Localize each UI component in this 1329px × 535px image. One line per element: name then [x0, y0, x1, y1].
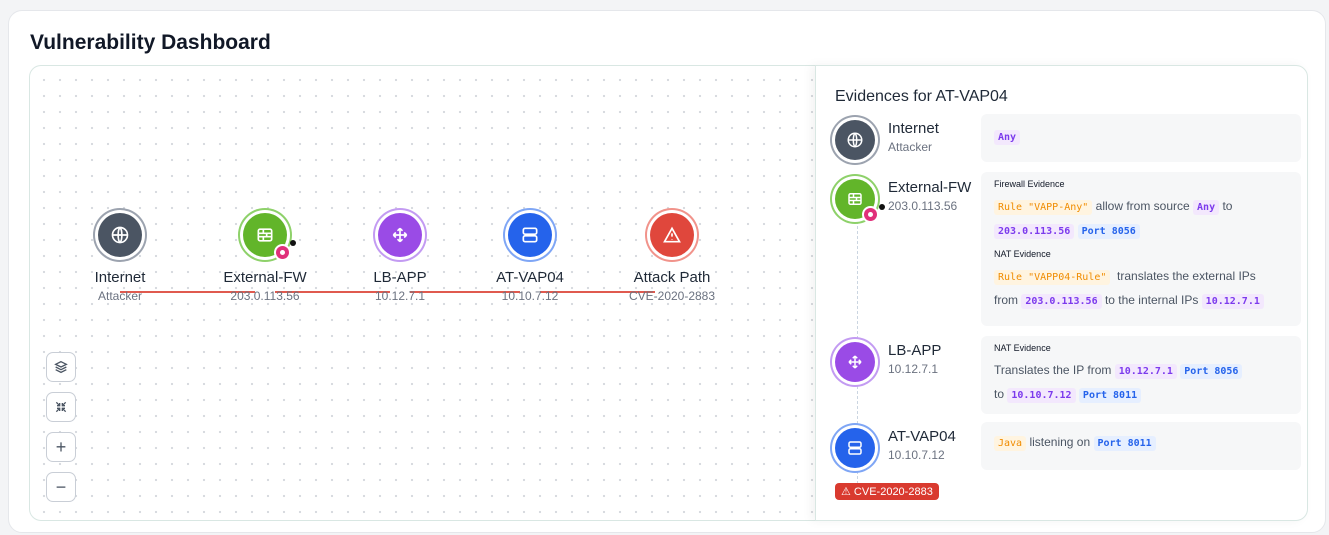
evidence-text: translates the external IPs — [1117, 269, 1256, 283]
panel-node-lb-app[interactable]: LB-APP 10.12.7.1 — [835, 342, 985, 382]
evidence-panel: Evidences for AT-VAP04 Internet Attacker… — [815, 65, 1308, 521]
node-sub: 10.12.7.1 — [888, 362, 939, 376]
globe-icon — [98, 213, 142, 257]
evidence-card-lb-app: NAT Evidence Translates the IP from 10.1… — [981, 336, 1301, 414]
cve-badge[interactable]: ⚠ CVE-2020-2883 — [835, 483, 939, 500]
warning-icon — [650, 213, 694, 257]
evidence-card-external-fw: Firewall Evidence Rule "VAPP-Any" allow … — [981, 172, 1301, 326]
node-sub: 10.12.7.1 — [374, 289, 426, 303]
code-tag: Rule "VAPP04-Rule" — [994, 270, 1111, 285]
collapse-button[interactable] — [46, 392, 76, 422]
node-name: Attack Path — [633, 269, 711, 286]
panel-node-at-vap04[interactable]: AT-VAP04 10.10.7.12 — [835, 428, 985, 468]
evidence-heading: Firewall Evidence — [994, 179, 1065, 189]
node-sub: 203.0.113.56 — [888, 199, 958, 213]
zoom-out-button[interactable]: − — [46, 472, 76, 502]
vulnerability-badge-icon — [274, 244, 291, 261]
page-title: Vulnerability Dashboard — [30, 31, 271, 54]
evidence-card-internet: Any — [981, 114, 1301, 162]
server-icon — [835, 428, 875, 468]
evidence-heading: NAT Evidence — [994, 343, 1051, 353]
code-tag: 10.12.7.1 — [1114, 364, 1177, 379]
dashboard-card: Vulnerability Dashboard Internet Attacke… — [8, 10, 1326, 533]
code-tag: Port 8011 — [1078, 388, 1142, 403]
collapse-icon — [55, 401, 67, 413]
vulnerability-badge-icon — [862, 206, 879, 223]
graph-node-at-vap04[interactable]: AT-VAP04 10.10.7.12 — [455, 213, 605, 303]
graph-node-attack-path[interactable]: Attack Path CVE-2020-2883 — [597, 213, 747, 303]
evidence-heading: NAT Evidence — [994, 249, 1051, 259]
evidence-text: to — [1222, 199, 1233, 213]
panel-title: Evidences for AT-VAP04 — [835, 88, 1008, 105]
node-name: LB-APP — [373, 269, 427, 286]
evidence-text: to — [994, 387, 1005, 401]
code-tag: Port 8056 — [1180, 364, 1243, 379]
node-name: Internet — [94, 269, 146, 286]
code-tag: Rule "VAPP-Any" — [994, 200, 1093, 215]
cve-badge-label: CVE-2020-2883 — [853, 486, 933, 498]
node-name: Internet — [888, 120, 939, 137]
evidence-text: allow from source — [1095, 199, 1190, 213]
evidence-text: to the internal IPs — [1104, 293, 1199, 307]
firewall-icon — [835, 179, 885, 223]
zoom-in-button[interactable]: + — [46, 432, 76, 462]
code-tag: 10.12.7.1 — [1201, 294, 1264, 309]
node-sub: 10.10.7.12 — [501, 289, 559, 303]
evidence-text: listening on — [1029, 435, 1091, 449]
layers-icon — [54, 360, 68, 374]
code-tag: 10.10.7.12 — [1007, 388, 1076, 403]
panel-node-external-fw[interactable]: External-FW 203.0.113.56 — [835, 179, 985, 223]
code-tag: Java — [994, 436, 1027, 451]
node-name: External-FW — [888, 179, 972, 196]
node-sub: 10.10.7.12 — [888, 448, 945, 462]
code-tag: Any — [994, 130, 1021, 145]
evidence-text: Translates the IP from — [994, 363, 1112, 377]
evidence-text: from — [994, 293, 1018, 307]
load-balancer-icon — [835, 342, 875, 382]
graph-node-external-fw[interactable]: External-FW 203.0.113.56 — [190, 213, 340, 303]
status-dot — [290, 240, 296, 246]
code-tag: 203.0.113.56 — [994, 224, 1075, 239]
node-name: LB-APP — [888, 342, 942, 359]
zoom-out-icon: − — [55, 476, 67, 497]
globe-icon — [835, 120, 875, 160]
node-sub: Attacker — [97, 289, 142, 303]
node-sub: 203.0.113.56 — [230, 289, 300, 303]
load-balancer-icon — [378, 213, 422, 257]
panel-node-internet[interactable]: Internet Attacker — [835, 120, 985, 160]
node-name: External-FW — [223, 269, 307, 286]
code-tag: Port 8056 — [1077, 224, 1140, 239]
graph-node-internet[interactable]: Internet Attacker — [45, 213, 195, 303]
graph-node-lb-app[interactable]: LB-APP 10.12.7.1 — [325, 213, 475, 303]
code-tag: 203.0.113.56 — [1021, 294, 1102, 309]
node-sub: CVE-2020-2883 — [628, 289, 716, 303]
code-tag: Any — [1193, 200, 1220, 215]
server-icon — [508, 213, 552, 257]
graph-canvas[interactable]: Internet Attacker External-FW 203.0.113.… — [29, 65, 819, 521]
code-tag: Port 8011 — [1093, 436, 1156, 451]
evidence-card-at-vap04: Java listening on Port 8011 — [981, 422, 1301, 470]
status-dot — [879, 204, 885, 210]
zoom-in-icon: + — [55, 436, 67, 457]
node-name: AT-VAP04 — [888, 428, 956, 445]
firewall-icon — [243, 213, 296, 261]
node-name: AT-VAP04 — [496, 269, 564, 286]
warning-icon: ⚠ — [841, 486, 854, 498]
node-sub: Attacker — [888, 140, 933, 154]
layers-button[interactable] — [46, 352, 76, 382]
